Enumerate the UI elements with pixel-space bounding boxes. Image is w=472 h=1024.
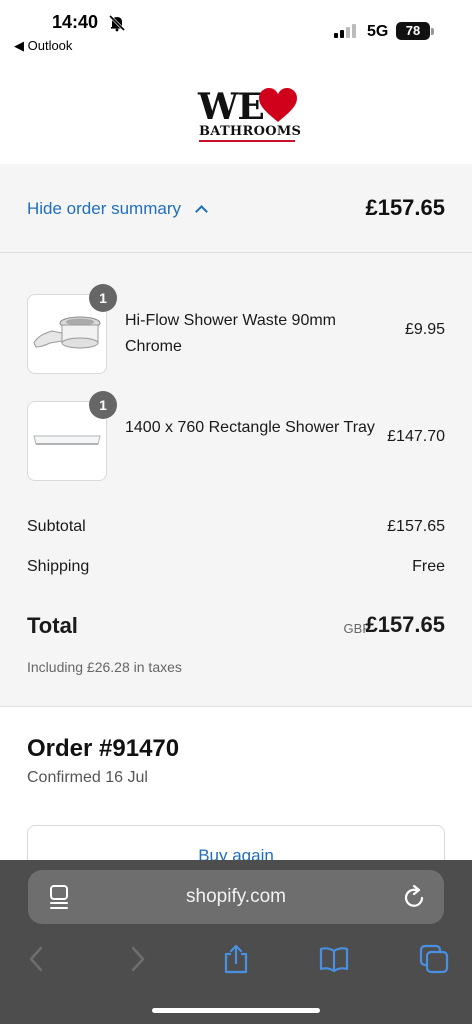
status-bar: 14:40 ◀ Outlook 5G 78 bbox=[0, 0, 472, 62]
back-icon[interactable] bbox=[22, 944, 52, 974]
product-name: Hi-Flow Shower Waste 90mm Chrome bbox=[125, 312, 337, 355]
battery-tip bbox=[431, 28, 434, 35]
chevron-up-icon bbox=[195, 204, 208, 218]
total-value: £157.65 bbox=[365, 612, 445, 637]
home-indicator bbox=[152, 1008, 320, 1013]
shipping-value: Free bbox=[412, 558, 445, 575]
shipping-label: Shipping bbox=[27, 558, 90, 575]
signal-icon bbox=[334, 24, 356, 38]
product-price: £9.95 bbox=[404, 321, 445, 338]
order-info: Order #91470 Confirmed 16 Jul Buy again bbox=[0, 707, 472, 881]
line-item: 1 Hi-Flow Shower Waste 90mm Chrome £9.95 bbox=[27, 284, 445, 374]
taxes-note: Including £26.28 in taxes bbox=[27, 659, 182, 675]
line-item: 1 1400 x 760 Rectangle Shower Tray £147.… bbox=[27, 391, 445, 481]
logo-subtitle: BATHROOMS bbox=[199, 124, 302, 139]
subtotal-label: Subtotal bbox=[27, 518, 86, 535]
logo-word: WE bbox=[198, 86, 265, 128]
silent-bell-icon bbox=[108, 14, 126, 32]
order-summary-toggle[interactable]: Hide order summary £157.65 bbox=[0, 164, 472, 253]
heart-icon bbox=[259, 88, 297, 122]
back-to-app-link[interactable]: ◀ Outlook bbox=[14, 38, 72, 54]
address-bar[interactable]: shopify.com bbox=[28, 870, 444, 924]
bookmarks-icon[interactable] bbox=[319, 944, 349, 974]
total-label: Total bbox=[27, 613, 78, 638]
url-text: shopify.com bbox=[186, 886, 286, 907]
hide-order-summary-link[interactable]: Hide order summary bbox=[27, 199, 208, 219]
order-number: Order #91470 bbox=[27, 735, 180, 762]
forward-icon[interactable] bbox=[122, 944, 152, 974]
order-confirmed-date: Confirmed 16 Jul bbox=[27, 769, 148, 786]
product-name: 1400 x 760 Rectangle Shower Tray bbox=[125, 419, 375, 436]
share-icon[interactable] bbox=[221, 944, 251, 974]
store-header: WE BATHROOMS bbox=[0, 62, 472, 164]
order-summary: 1 Hi-Flow Shower Waste 90mm Chrome £9.95… bbox=[0, 253, 472, 707]
quantity-badge: 1 bbox=[89, 391, 117, 419]
subtotal-value: £157.65 bbox=[387, 518, 445, 535]
product-price: £147.70 bbox=[387, 428, 445, 445]
tabs-icon[interactable] bbox=[419, 944, 449, 974]
status-time: 14:40 bbox=[52, 12, 99, 32]
battery-icon: 78 bbox=[396, 22, 430, 40]
toggle-label: Hide order summary bbox=[27, 199, 181, 218]
store-logo[interactable]: WE BATHROOMS bbox=[196, 86, 306, 146]
browser-toolbar: shopify.com bbox=[0, 860, 472, 1024]
reload-icon[interactable] bbox=[402, 884, 428, 910]
summary-total: £157.65 bbox=[365, 195, 445, 220]
logo-underline bbox=[199, 140, 295, 142]
network-type: 5G bbox=[367, 23, 389, 40]
quantity-badge: 1 bbox=[89, 284, 117, 312]
